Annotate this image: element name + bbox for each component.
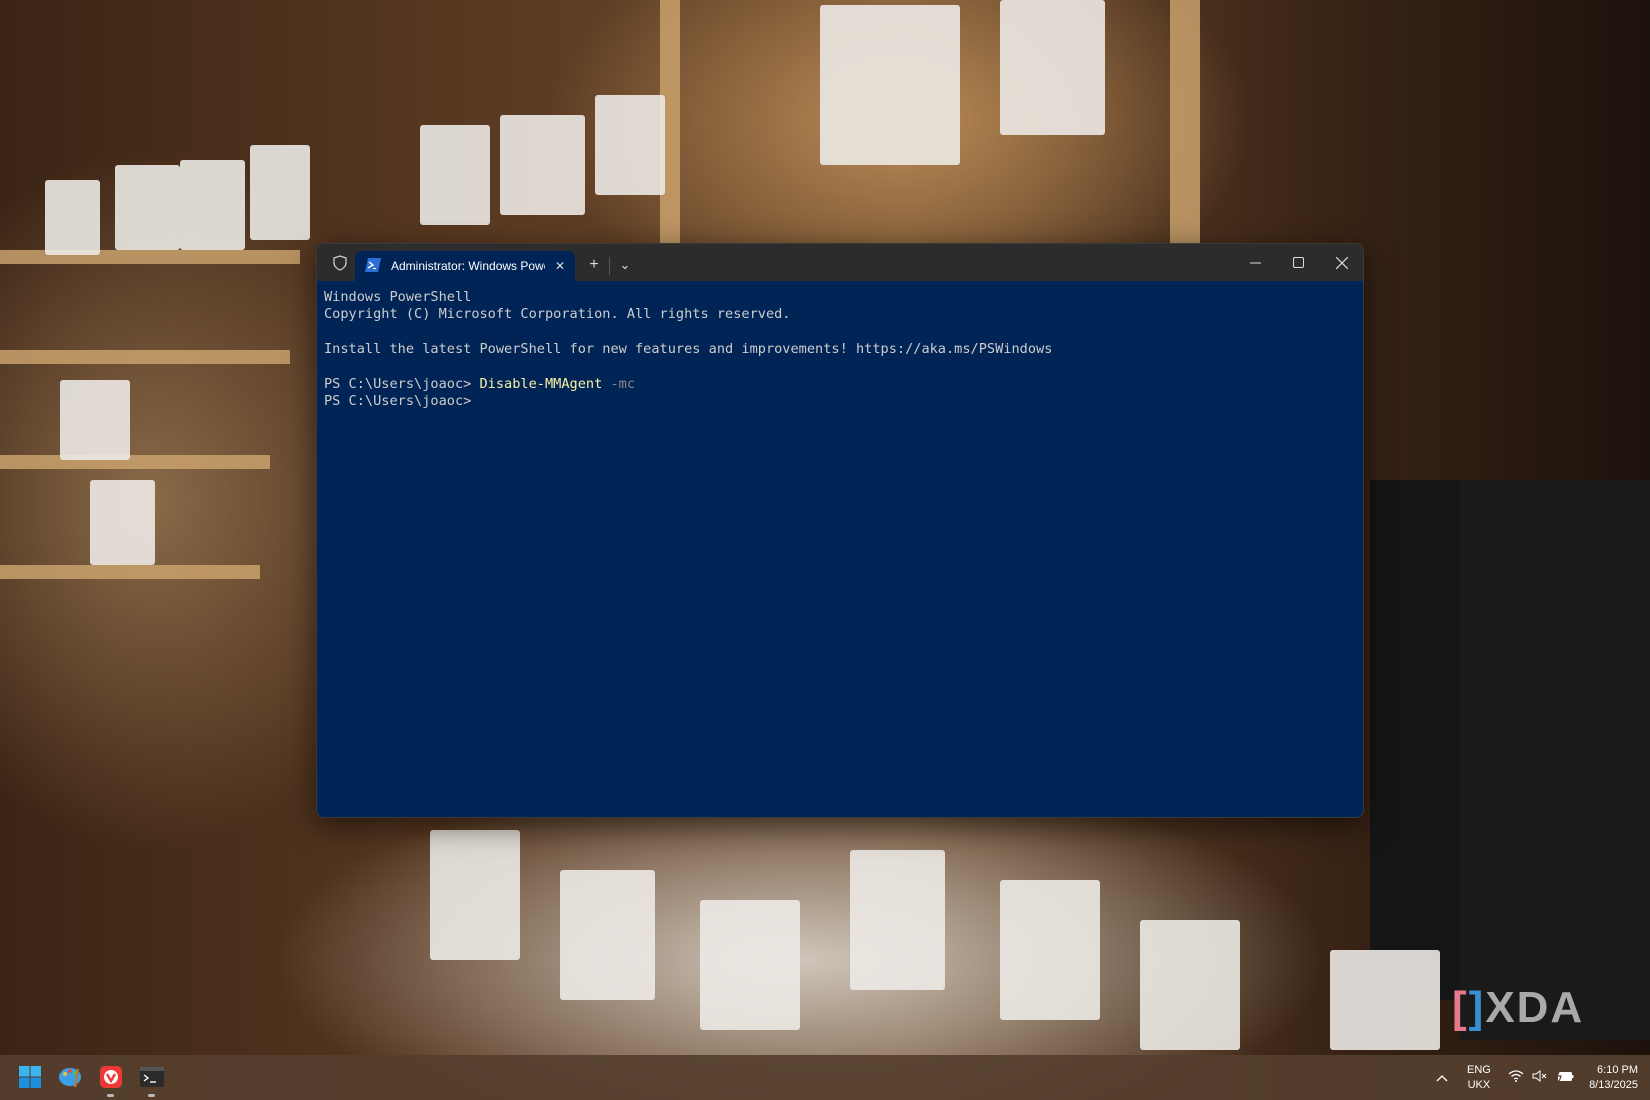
maximize-button[interactable] xyxy=(1277,244,1320,281)
output-line: Copyright (C) Microsoft Corporation. All… xyxy=(324,306,791,323)
prompt: PS C:\Users\joaoc> xyxy=(324,376,480,393)
prompt[interactable]: PS C:\Users\joaoc> xyxy=(324,393,1356,410)
running-indicator xyxy=(107,1094,114,1097)
new-tab-button[interactable]: + xyxy=(579,251,609,281)
close-button[interactable] xyxy=(1320,244,1363,281)
tab-title: Administrator: Windows PowerShell xyxy=(391,259,545,273)
show-hidden-icons-button[interactable] xyxy=(1436,1055,1448,1100)
language-indicator[interactable]: ENG UKX xyxy=(1467,1055,1491,1100)
battery-charging-icon[interactable] xyxy=(1556,1069,1574,1085)
command-line: PS C:\Users\joaoc> Disable-MMAgent -mc xyxy=(324,376,1356,393)
terminal-output[interactable]: Windows PowerShell Copyright (C) Microsof… xyxy=(317,281,1363,419)
powershell-icon xyxy=(365,257,381,275)
taskbar: ENG UKX 6:10 PM 8/13/2025 xyxy=(0,1055,1650,1100)
vivaldi-browser-icon[interactable] xyxy=(97,1063,125,1097)
command: Disable-MMAgent xyxy=(479,376,603,393)
close-tab-icon[interactable]: ✕ xyxy=(555,259,565,273)
volume-muted-icon[interactable] xyxy=(1532,1070,1548,1085)
start-button[interactable] xyxy=(16,1063,44,1091)
tab-dropdown-button[interactable]: ⌄ xyxy=(610,251,640,281)
title-bar[interactable]: Administrator: Windows PowerShell ✕ + ⌄ xyxy=(317,244,1363,281)
xda-watermark: []XDA xyxy=(1452,983,1585,1032)
running-indicator xyxy=(148,1094,155,1097)
output-line: Install the latest PowerShell for new fe… xyxy=(324,341,1053,358)
tab-powershell[interactable]: Administrator: Windows PowerShell ✕ xyxy=(355,251,575,281)
minimize-button[interactable] xyxy=(1234,244,1277,281)
wifi-icon[interactable] xyxy=(1508,1070,1524,1085)
shield-icon xyxy=(325,244,355,281)
terminal-app-icon[interactable] xyxy=(138,1063,166,1097)
output-line: Windows PowerShell xyxy=(324,289,472,305)
clock[interactable]: 6:10 PM 8/13/2025 xyxy=(1578,1055,1638,1100)
paint-app-icon[interactable] xyxy=(57,1063,85,1091)
terminal-window[interactable]: Administrator: Windows PowerShell ✕ + ⌄ … xyxy=(316,243,1364,818)
command-parameter: -mc xyxy=(602,376,636,393)
